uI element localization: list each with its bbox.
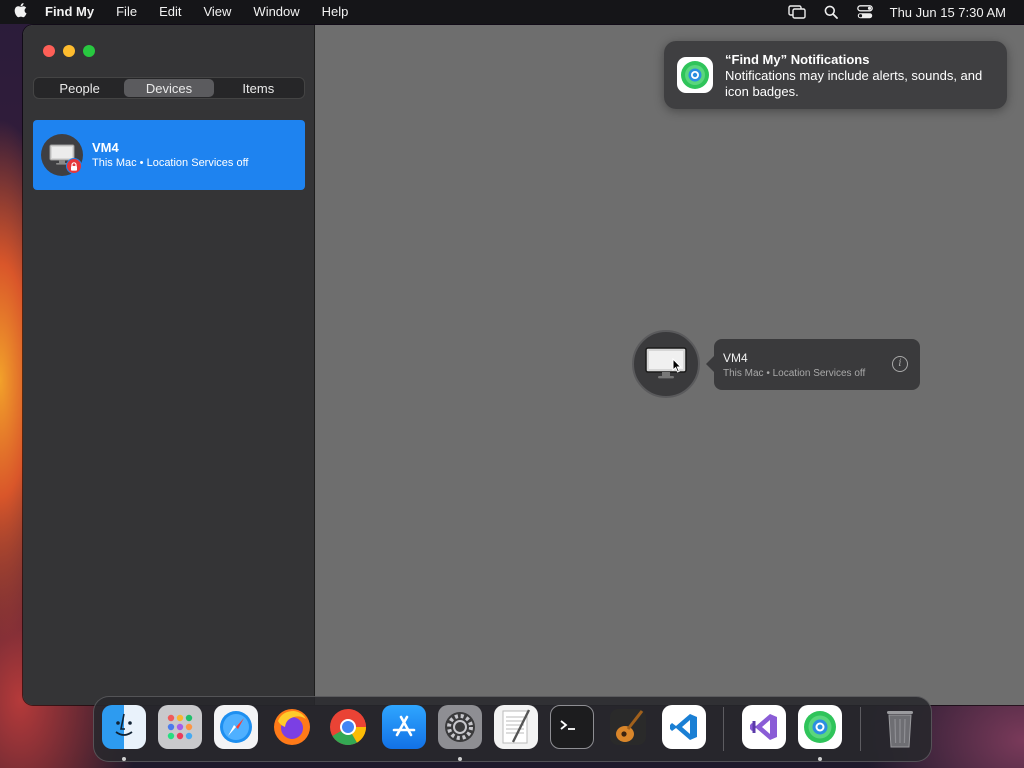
menu-view[interactable]: View <box>192 0 242 24</box>
visual-studio-icon[interactable] <box>742 705 786 749</box>
menu-app-name[interactable]: Find My <box>40 0 105 24</box>
menu-window[interactable]: Window <box>242 0 310 24</box>
find-my-app-icon <box>677 57 713 93</box>
dock-separator <box>723 707 724 751</box>
callout-device-name: VM4 <box>723 351 748 365</box>
apple-menu-icon[interactable] <box>0 2 40 22</box>
minimize-window-button[interactable] <box>63 45 75 57</box>
menubar-clock[interactable]: Thu Jun 15 7:30 AM <box>882 5 1024 20</box>
sidebar-tabs: People Devices Items <box>33 77 305 99</box>
spotlight-search-icon[interactable] <box>814 0 848 24</box>
callout-device-status: This Mac • Location Services off <box>723 368 866 379</box>
vscode-icon[interactable] <box>662 705 706 749</box>
safari-icon[interactable] <box>214 705 258 749</box>
finder-icon[interactable] <box>102 705 146 749</box>
dock-separator <box>860 707 861 751</box>
system-settings-running-indicator <box>458 757 462 761</box>
notification-banner[interactable]: “Find My” Notifications Notifications ma… <box>664 41 1007 109</box>
dock <box>93 696 932 762</box>
close-window-button[interactable] <box>43 45 55 57</box>
terminal-icon[interactable] <box>550 705 594 749</box>
textedit-icon[interactable] <box>494 705 538 749</box>
tab-items[interactable]: Items <box>214 79 303 97</box>
device-callout[interactable]: VM4 This Mac • Location Services off i <box>706 339 920 390</box>
chrome-icon[interactable] <box>326 705 370 749</box>
garageband-icon[interactable] <box>606 705 650 749</box>
app-store-icon[interactable] <box>382 705 426 749</box>
screen-mirroring-icon[interactable] <box>780 0 814 24</box>
find-my-running-indicator <box>818 757 822 761</box>
mac-device-icon <box>645 347 687 379</box>
finder-running-indicator <box>122 757 126 761</box>
notification-body: Notifications may include alerts, sounds… <box>725 68 983 99</box>
sidebar: People Devices Items VM4 This Mac • Loca… <box>23 25 315 705</box>
map-view[interactable]: VM4 This Mac • Location Services off i <box>316 25 1024 705</box>
system-settings-icon[interactable] <box>438 705 482 749</box>
control-center-icon[interactable] <box>848 0 882 24</box>
device-list-item[interactable]: VM4 This Mac • Location Services off <box>33 120 305 190</box>
info-icon[interactable]: i <box>892 356 908 372</box>
firefox-icon[interactable] <box>270 705 314 749</box>
menu-help[interactable]: Help <box>311 0 360 24</box>
tab-devices[interactable]: Devices <box>124 79 214 97</box>
tab-people[interactable]: People <box>35 79 124 97</box>
find-my-window: People Devices Items VM4 This Mac • Loca… <box>23 25 1024 705</box>
find-my-icon[interactable] <box>798 705 842 749</box>
device-status: This Mac • Location Services off <box>92 157 249 169</box>
notification-title: “Find My” Notifications <box>725 52 870 67</box>
zoom-window-button[interactable] <box>83 45 95 57</box>
trash-icon[interactable] <box>878 705 922 749</box>
lock-icon <box>66 158 82 174</box>
menu-bar: Find My File Edit View Window Help Thu J… <box>0 0 1024 24</box>
menu-edit[interactable]: Edit <box>148 0 192 24</box>
menu-file[interactable]: File <box>105 0 148 24</box>
device-location-pin[interactable] <box>632 330 700 398</box>
launchpad-icon[interactable] <box>158 705 202 749</box>
device-name: VM4 <box>92 140 119 155</box>
